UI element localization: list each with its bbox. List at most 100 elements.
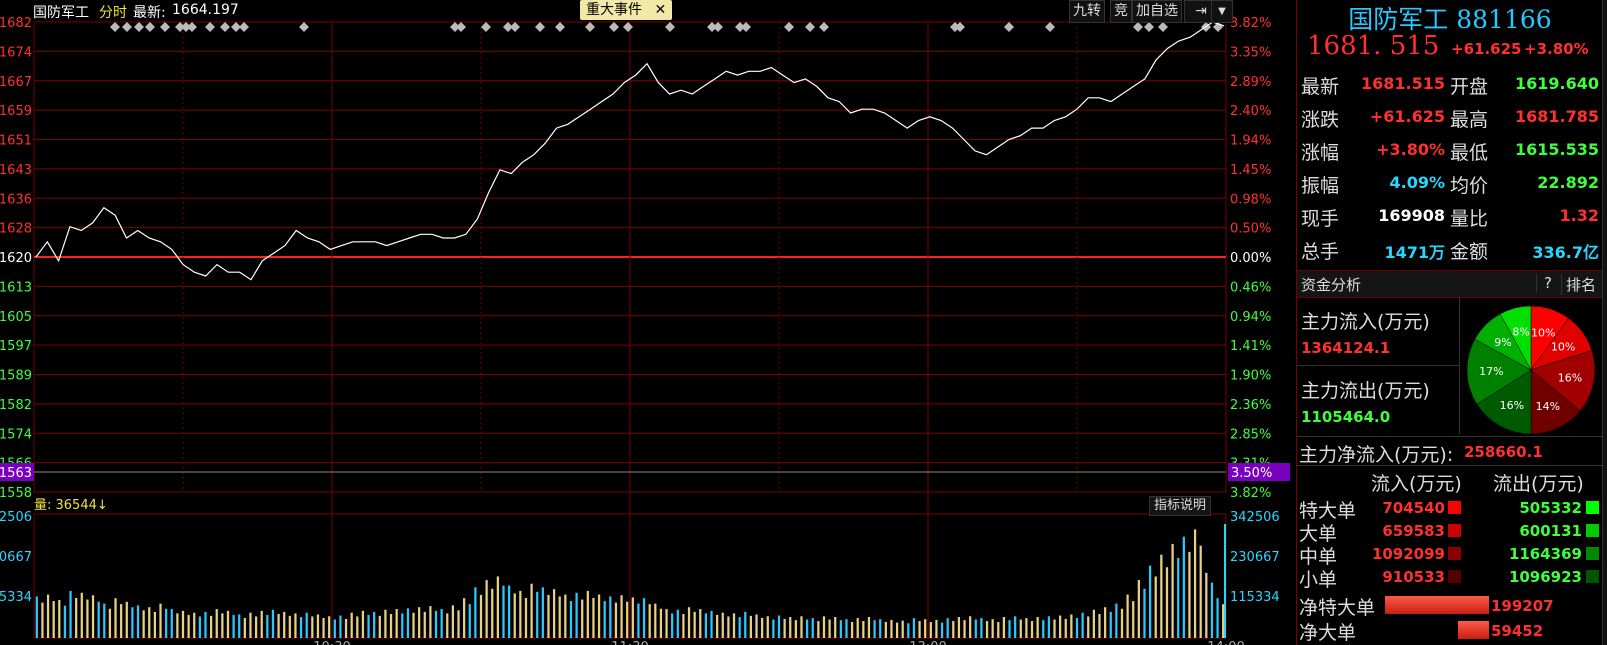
pct-tick-label: 3.82% [1230, 486, 1271, 501]
pct-tick-label: 2.89% [1230, 75, 1271, 90]
volume-bar [181, 610, 185, 638]
volume-bar [1059, 615, 1062, 638]
volume-bar [997, 621, 1000, 638]
cursor-right-label: 3.50% [1231, 466, 1272, 481]
price-tick-label: 1674 [0, 45, 32, 60]
pct-tick-label: 1.41% [1230, 339, 1271, 354]
volume-bar [609, 596, 612, 638]
volume-bar [198, 616, 201, 638]
quote-value-2: 336.7亿 [1532, 243, 1599, 262]
pct-tick-label: 1.94% [1230, 134, 1271, 149]
price-tick-label: 1643 [0, 163, 32, 178]
event-marker [819, 22, 829, 32]
volume-bar [103, 603, 106, 638]
volume-tick-label-right: 342506 [1230, 510, 1280, 525]
volume-bar [1042, 620, 1045, 638]
volume-bar [1188, 551, 1191, 638]
volume-bar [35, 596, 38, 638]
help-icon[interactable]: ? [1536, 274, 1559, 292]
indicator-explain-button[interactable]: 指标说明 [1149, 496, 1212, 516]
volume-bar [727, 616, 730, 638]
volume-bar [620, 595, 623, 638]
time-tick-label: 14:00 [1207, 640, 1244, 645]
event-marker [555, 22, 565, 32]
volume-bar [496, 576, 499, 638]
volume-bar [828, 619, 831, 638]
rank-button[interactable]: 排名 [1561, 274, 1596, 295]
event-marker [535, 22, 545, 32]
volume-bar [1008, 620, 1011, 638]
volume-bar [569, 601, 573, 638]
volume-bar [423, 611, 426, 638]
close-icon[interactable]: ✕ [654, 2, 666, 18]
volume-bar [1210, 582, 1214, 638]
volume-bar [772, 619, 775, 638]
volume-bar [344, 618, 348, 638]
volume-bar [777, 615, 781, 638]
add-favorite-button[interactable]: 加自选 [1132, 0, 1182, 23]
chevron-down-icon[interactable]: ▼ [1211, 0, 1233, 23]
major-event-button[interactable]: 重大事件 ✕ [580, 0, 673, 20]
volume-bar [316, 614, 320, 638]
panel-change: +61.625 [1451, 40, 1522, 58]
volume-bar [238, 614, 241, 638]
price-tick-label: 1659 [0, 104, 32, 119]
pct-tick-label: 0.50% [1230, 222, 1271, 237]
volume-bar [761, 617, 764, 638]
volume-bar [626, 601, 629, 638]
volume-bar [1064, 618, 1067, 638]
quote-label-2: 均价 [1450, 175, 1489, 197]
volume-tick-label: 5334 [0, 590, 32, 605]
event-marker [122, 22, 132, 32]
volume-bar [1137, 580, 1140, 638]
event-marker [1045, 22, 1055, 32]
event-marker [134, 22, 144, 32]
event-marker [187, 22, 197, 32]
volume-bar [811, 618, 814, 638]
volume-bar [980, 618, 983, 638]
volume-bar [536, 591, 539, 638]
volume-bar [716, 614, 719, 638]
volume-bar [221, 613, 224, 638]
volume-bar [294, 613, 297, 638]
volume-bar [856, 618, 859, 638]
volume-bar [91, 595, 95, 638]
volume-bar [120, 604, 123, 638]
price-tick-label: 1613 [0, 280, 32, 295]
timeshare-mode[interactable]: 分时 [99, 2, 127, 22]
pct-tick-label: 2.36% [1230, 398, 1271, 413]
quote-label: 涨跌 [1301, 109, 1340, 131]
quote-row: 总手 1471万 金额 336.7亿 [1297, 233, 1603, 266]
volume-bar [1132, 601, 1135, 638]
volume-bar [1154, 576, 1157, 638]
volume-bar [389, 613, 393, 638]
volume-bar [794, 620, 797, 638]
price-tick-label: 1636 [0, 192, 32, 207]
volume-bar [491, 588, 494, 638]
intraday-chart[interactable]: 1682 3.82%1674 3.35%1667 2.89%1659 2.40%1651… [0, 0, 1292, 645]
volume-bar [710, 610, 713, 638]
net-value: 199207 [1491, 597, 1554, 615]
volume-bar [75, 597, 78, 638]
volume-bar [699, 609, 702, 638]
flow-header-in: 流入(万元) [1371, 473, 1462, 495]
jiuzhuan-button[interactable]: 九转 [1069, 0, 1105, 23]
volume-bar [1216, 598, 1219, 638]
volume-bar [850, 621, 854, 638]
volume-bar [693, 611, 696, 638]
quote-label-2: 最高 [1450, 109, 1489, 131]
volume-bar [58, 599, 61, 638]
volume-bar [547, 594, 550, 638]
net-inflow-value: 258660.1 [1464, 443, 1543, 461]
volume-bar [176, 613, 179, 638]
volume-bar [614, 602, 618, 638]
quote-label: 振幅 [1301, 175, 1340, 197]
volume-bar [457, 610, 460, 638]
flow-in-value: 910533 [1382, 568, 1445, 586]
volume-bar [1087, 616, 1090, 638]
time-tick-label: 10:30 [313, 640, 350, 645]
jing-button[interactable]: 竞 [1110, 0, 1132, 23]
flow-out-swatch [1586, 524, 1599, 537]
volume-bar [434, 610, 438, 638]
volume-bar [1115, 603, 1118, 638]
